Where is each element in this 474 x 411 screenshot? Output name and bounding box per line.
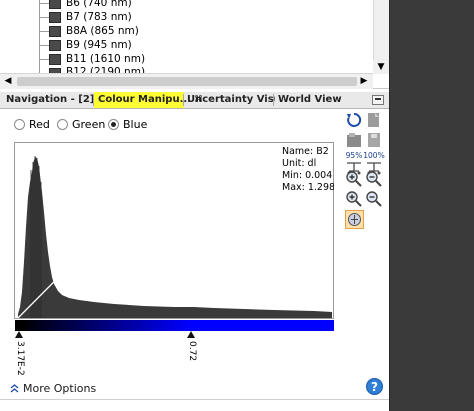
tab-label: Colour Manipu...	[98, 94, 191, 105]
side-panel-dark	[389, 0, 474, 411]
band-icon	[49, 40, 61, 51]
divider	[0, 399, 389, 400]
zoom-out-horizontal-icon[interactable]	[365, 170, 383, 188]
save-icon[interactable]	[365, 131, 383, 149]
export-icon[interactable]	[345, 131, 363, 149]
import-icon[interactable]	[365, 111, 383, 129]
tool-window-tabbar: Navigation - [2] RGB Colour Manipu... ⌘ U…	[0, 92, 389, 109]
tab-colour-manipulation[interactable]: Colour Manipu... ⌘	[94, 92, 203, 108]
horizontal-scroll-thumb[interactable]	[17, 77, 357, 86]
histogram-plot[interactable]: Name: B2 Unit: dl Min: 0.004 Max: 1.298	[14, 142, 334, 319]
max-slider-value[interactable]: 0.72	[187, 341, 197, 361]
radio-green[interactable]: Green	[57, 117, 105, 131]
tree-connector	[39, 17, 49, 18]
zoom-in-vertical-icon[interactable]	[345, 190, 363, 208]
tree-connector	[39, 31, 49, 32]
band-icon	[49, 54, 61, 65]
tab-navigation[interactable]: Navigation - [2] RGB	[2, 92, 121, 108]
band-name: Name: B2	[282, 146, 329, 157]
band-icon	[49, 0, 61, 9]
double-chevron-up-icon[interactable]	[10, 383, 19, 393]
band-item-b8a[interactable]: B8A (865 nm)	[66, 25, 139, 37]
tree-horizontal-scrollbar[interactable]: ◀ ▶	[0, 73, 373, 89]
more-options-toggle[interactable]: More Options	[10, 381, 96, 395]
radio-label-blue: Blue	[123, 117, 148, 131]
band-item-b7[interactable]: B7 (783 nm)	[66, 11, 132, 23]
tree-guide-line	[39, 0, 40, 74]
radio-dot[interactable]	[57, 118, 68, 130]
colour-gradient-bar[interactable]	[15, 320, 334, 331]
tree-connector	[39, 59, 49, 60]
radio-dot-selected[interactable]	[108, 118, 119, 130]
band-item-b11[interactable]: B11 (1610 nm)	[66, 53, 145, 65]
scroll-right-arrow-icon[interactable]: ▶	[359, 74, 369, 89]
radio-red[interactable]: Red	[14, 117, 50, 131]
band-icon	[49, 26, 61, 37]
band-min: Min: 0.004	[282, 170, 332, 181]
tab-uncertainty-visualisation[interactable]: Uncertainty Visual...	[183, 92, 275, 108]
zoom-out-vertical-icon[interactable]	[365, 190, 383, 208]
tab-world-view[interactable]: World View	[274, 92, 342, 108]
tree-connector	[39, 45, 49, 46]
more-options-label[interactable]: More Options	[23, 382, 96, 395]
minimize-icon[interactable]	[372, 95, 384, 105]
band-icon	[49, 12, 61, 23]
scroll-down-arrow-icon[interactable]: ▼	[373, 60, 389, 74]
min-slider-value[interactable]: 3.17E-2	[15, 341, 25, 376]
band-unit: Unit: dl	[282, 158, 316, 169]
radio-label-red: Red	[29, 117, 50, 131]
slider-handle-icon[interactable]	[15, 331, 23, 338]
tab-label: Uncertainty Visual...	[187, 94, 275, 105]
help-icon[interactable]: ?	[366, 378, 383, 395]
reset-icon[interactable]	[345, 111, 363, 129]
radio-label-green: Green	[72, 117, 106, 131]
band-max: Max: 1.298	[282, 182, 334, 193]
scroll-left-arrow-icon[interactable]: ◀	[3, 74, 13, 89]
band-tree: B6 (740 nm) B7 (783 nm) B8A (865 nm) B9 …	[0, 0, 390, 89]
zoom-in-horizontal-icon[interactable]	[345, 170, 363, 188]
band-item-b6[interactable]: B6 (740 nm)	[66, 0, 132, 9]
tab-label: World View	[278, 94, 342, 105]
info-toggle-icon[interactable]	[345, 210, 364, 229]
radio-blue[interactable]: Blue	[108, 117, 147, 131]
radio-dot[interactable]	[14, 118, 25, 130]
band-item-b9[interactable]: B9 (945 nm)	[66, 39, 132, 51]
slider-handle-icon[interactable]	[187, 331, 195, 338]
tree-connector	[39, 3, 49, 4]
